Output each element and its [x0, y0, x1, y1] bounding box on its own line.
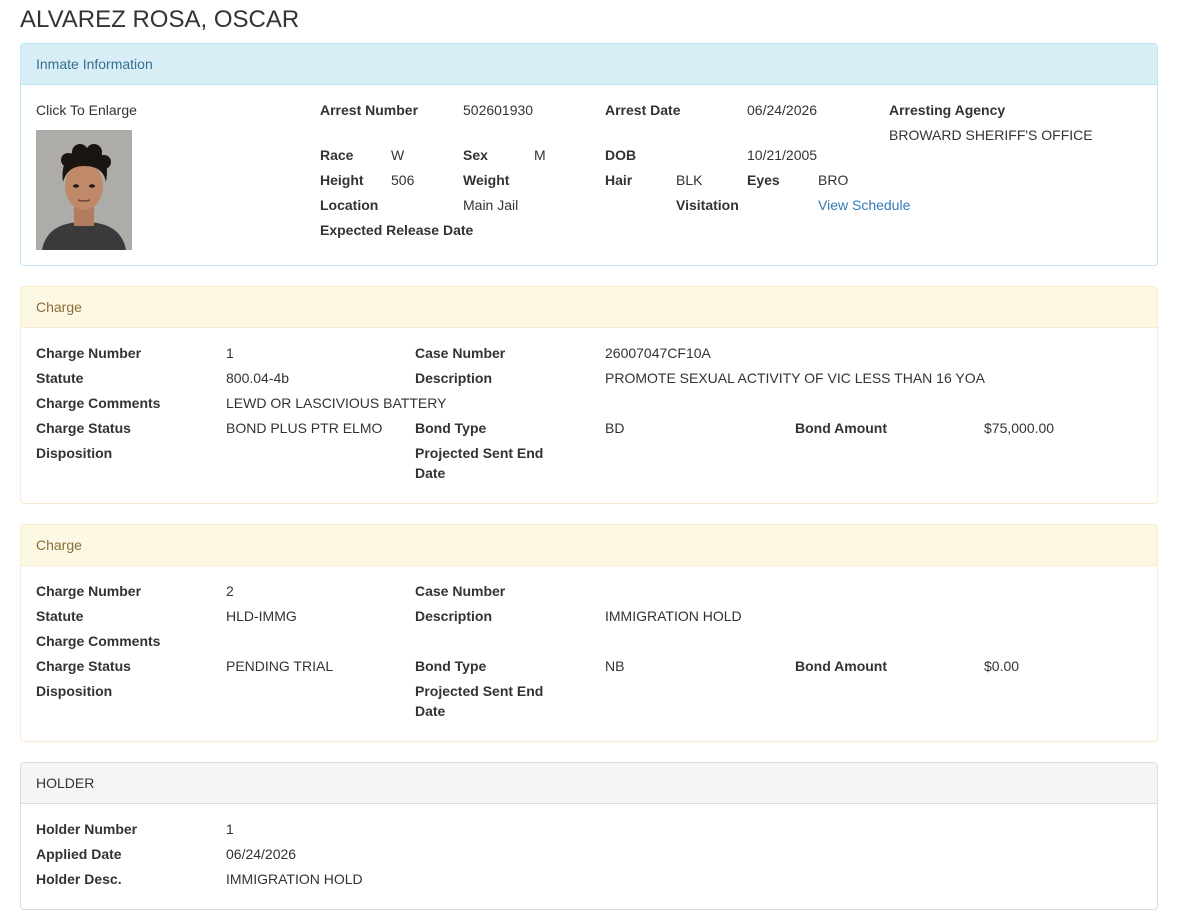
dob-value: 10/21/2005 [747, 147, 818, 163]
case-number-value: 26007047CF10A [605, 345, 711, 361]
charge-number-value: 1 [226, 345, 234, 361]
projected-sent-end-label: Projected Sent End [415, 683, 544, 699]
weight-label: Weight [463, 172, 510, 188]
holder-number-value: 1 [226, 821, 234, 837]
sex-value: M [534, 147, 546, 163]
disposition-label: Disposition [36, 445, 113, 461]
inmate-information-heading: Inmate Information [21, 44, 1157, 85]
charge-number-label: Charge Number [36, 345, 142, 361]
eyes-value: BRO [818, 172, 849, 188]
bond-type-label: Bond Type [415, 658, 487, 674]
race-value: W [391, 147, 405, 163]
description-value: IMMIGRATION HOLD [605, 608, 742, 624]
charge-status-label: Charge Status [36, 658, 131, 674]
inmate-photo[interactable] [36, 130, 132, 250]
arresting-agency-value: BROWARD SHERIFF'S OFFICE [889, 127, 1093, 143]
holder-desc-label: Holder Desc. [36, 871, 122, 887]
race-label: Race [320, 147, 354, 163]
bond-type-value: BD [605, 420, 625, 436]
holder-heading: HOLDER [21, 763, 1157, 804]
holder-desc-value: IMMIGRATION HOLD [226, 871, 363, 887]
visitation-label: Visitation [676, 197, 739, 213]
statute-value: 800.04-4b [226, 370, 290, 386]
charge-panel-1: Charge Charge Number 1 Case Number 26007… [20, 286, 1158, 504]
arrest-date-label: Arrest Date [605, 102, 681, 118]
charge-heading: Charge [21, 287, 1157, 328]
hair-value: BLK [676, 172, 703, 188]
projected-sent-end-label-date: Date [415, 465, 446, 481]
hair-label: Hair [605, 172, 633, 188]
charge-comments-value: LEWD OR LASCIVIOUS BATTERY [226, 395, 447, 411]
charge-number-label: Charge Number [36, 583, 142, 599]
bond-amount-label: Bond Amount [795, 658, 888, 674]
dob-label: DOB [605, 147, 637, 163]
disposition-label: Disposition [36, 683, 113, 699]
arrest-number-label: Arrest Number [320, 102, 419, 118]
holder-panel: HOLDER Holder Number 1 Applied Date 06/2… [20, 762, 1158, 910]
bond-amount-value: $0.00 [984, 658, 1020, 674]
charge-status-value: PENDING TRIAL [226, 658, 334, 674]
page-title: ALVAREZ ROSA, OSCAR [20, 6, 300, 33]
eyes-label: Eyes [747, 172, 780, 188]
arrest-number-value: 502601930 [463, 102, 534, 118]
charge-status-label: Charge Status [36, 420, 131, 436]
holder-number-label: Holder Number [36, 821, 138, 837]
statute-value: HLD-IMMG [226, 608, 297, 624]
charge-panel-2: Charge Charge Number 2 Case Number Statu… [20, 524, 1158, 742]
statute-label: Statute [36, 608, 84, 624]
bond-type-value: NB [605, 658, 625, 674]
charge-status-value: BOND PLUS PTR ELMO [226, 420, 383, 436]
applied-date-value: 06/24/2026 [226, 846, 297, 862]
click-to-enlarge-label[interactable]: Click To Enlarge [36, 100, 137, 120]
description-label: Description [415, 370, 493, 386]
expected-release-date-label: Expected Release Date [320, 222, 474, 238]
charge-comments-label: Charge Comments [36, 395, 161, 411]
charge-heading: Charge [21, 525, 1157, 566]
arrest-date-value: 06/24/2026 [747, 102, 818, 118]
charge-number-value: 2 [226, 583, 234, 599]
bond-amount-value: $75,000.00 [984, 420, 1055, 436]
height-label: Height [320, 172, 364, 188]
location-label: Location [320, 197, 379, 213]
sex-label: Sex [463, 147, 488, 163]
bond-amount-label: Bond Amount [795, 420, 888, 436]
inmate-information-panel: Inmate Information Click To Enlarge Arre… [20, 43, 1158, 266]
statute-label: Statute [36, 370, 84, 386]
case-number-label: Case Number [415, 345, 506, 361]
location-value: Main Jail [463, 197, 519, 213]
bond-type-label: Bond Type [415, 420, 487, 436]
inmate-photo-icon [36, 130, 132, 250]
applied-date-label: Applied Date [36, 846, 122, 862]
description-label: Description [415, 608, 493, 624]
case-number-label: Case Number [415, 583, 506, 599]
height-value: 506 [391, 172, 415, 188]
projected-sent-end-label-date: Date [415, 703, 446, 719]
projected-sent-end-label: Projected Sent End [415, 445, 544, 461]
arresting-agency-label: Arresting Agency [889, 102, 1006, 118]
view-schedule-link[interactable]: View Schedule [818, 195, 910, 215]
charge-comments-label: Charge Comments [36, 633, 161, 649]
description-value: PROMOTE SEXUAL ACTIVITY OF VIC LESS THAN… [605, 370, 985, 386]
